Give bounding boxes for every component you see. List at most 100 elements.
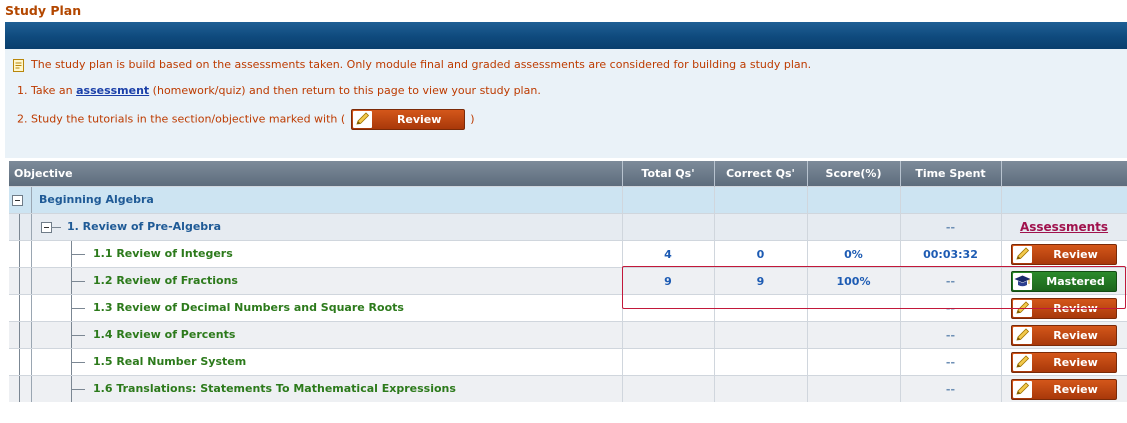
assessments-link[interactable]: Assessments — [1020, 220, 1108, 234]
pencil-icon — [1013, 326, 1032, 344]
step-2-suffix: ) — [470, 112, 475, 126]
action-cell: Review — [1001, 375, 1127, 402]
tree-line — [19, 214, 20, 240]
total-cell: 4 — [622, 240, 715, 268]
tree-line — [31, 295, 32, 321]
tree-line — [71, 308, 85, 309]
tree-line — [19, 322, 20, 348]
table-row: 1.6 Translations: Statements To Mathemat… — [9, 375, 1127, 402]
objective-label: 1.1 Review of Integers — [93, 247, 233, 260]
action-cell: Review — [1001, 321, 1127, 349]
tree-line — [31, 349, 32, 375]
time-cell: 00:03:32 — [900, 240, 1002, 268]
table-row: 1.1 Review of Integers 4 0 0% 00:03:32 R… — [9, 240, 1127, 268]
time-cell: -- — [900, 213, 1002, 241]
correct-cell — [714, 321, 808, 349]
tree-line — [31, 268, 32, 294]
score-cell — [807, 375, 901, 402]
time-cell: -- — [900, 321, 1002, 349]
objective-cell: Beginning Algebra — [9, 186, 623, 214]
mastered-button[interactable]: Mastered — [1011, 270, 1117, 292]
tree-line — [71, 335, 85, 336]
pencil-icon — [1013, 353, 1032, 371]
score-cell: 100% — [807, 267, 901, 295]
total-cell — [622, 186, 715, 214]
correct-cell — [714, 213, 808, 241]
objective-cell: 1.2 Review of Fractions — [9, 267, 623, 295]
score-cell — [807, 213, 901, 241]
total-cell — [622, 375, 715, 402]
step-2-prefix: 2. Study the tutorials in the section/ob… — [17, 112, 346, 126]
review-button[interactable]: Review — [1011, 297, 1117, 319]
objective-label: 1.4 Review of Percents — [93, 328, 236, 341]
total-cell — [622, 348, 715, 376]
action-cell: Assessments — [1001, 213, 1127, 241]
objective-cell: 1.6 Translations: Statements To Mathemat… — [9, 375, 623, 402]
correct-cell — [714, 348, 808, 376]
col-action — [1001, 161, 1127, 187]
graduation-cap-icon — [1013, 272, 1032, 290]
time-cell: -- — [900, 375, 1002, 402]
correct-cell: 0 — [714, 240, 808, 268]
time-cell: -- — [900, 348, 1002, 376]
review-button-label: Review — [1053, 328, 1098, 342]
review-legend-button: Review — [350, 109, 465, 130]
action-cell: Review — [1001, 348, 1127, 376]
col-correct-qs: Correct Qs' — [714, 161, 808, 187]
review-button[interactable]: Review — [1011, 243, 1117, 265]
objective-label: 1.6 Translations: Statements To Mathemat… — [93, 382, 456, 395]
title-bar — [5, 22, 1127, 49]
correct-cell — [714, 294, 808, 322]
total-cell — [622, 294, 715, 322]
action-cell: Mastered — [1001, 267, 1127, 295]
table-row: 1.2 Review of Fractions 9 9 100% -- Mast… — [9, 267, 1127, 295]
score-cell — [807, 321, 901, 349]
objective-cell: 1.3 Review of Decimal Numbers and Square… — [9, 294, 623, 322]
score-cell — [807, 348, 901, 376]
objective-cell: 1.4 Review of Percents — [9, 321, 623, 349]
tree-line — [19, 295, 20, 321]
table-header-row: Objective Total Qs' Correct Qs' Score(%)… — [9, 161, 1127, 187]
objective-label: 1. Review of Pre-Algebra — [67, 220, 222, 233]
action-cell — [1001, 186, 1127, 214]
correct-cell — [714, 375, 808, 402]
table-row: 1.5 Real Number System -- Review — [9, 348, 1127, 376]
objective-cell: 1.1 Review of Integers — [9, 240, 623, 268]
objective-label: 1.2 Review of Fractions — [93, 274, 238, 287]
total-cell — [622, 213, 715, 241]
review-button[interactable]: Review — [1011, 351, 1117, 373]
tree-line — [31, 187, 32, 213]
tree-line — [31, 376, 32, 402]
page-title: Study Plan — [5, 3, 82, 18]
table-row: 1. Review of Pre-Algebra -- Assessments — [9, 213, 1127, 241]
step-1-prefix: 1. Take an — [17, 84, 77, 97]
tree-line — [71, 389, 85, 390]
col-time-spent: Time Spent — [900, 161, 1002, 187]
review-button[interactable]: Review — [1011, 324, 1117, 346]
table-row: 1.4 Review of Percents -- Review — [9, 321, 1127, 349]
pencil-icon — [352, 111, 372, 128]
tree-line — [31, 214, 32, 240]
time-cell: -- — [900, 294, 1002, 322]
review-button-label: Review — [1053, 382, 1098, 396]
review-button-label: Review — [1053, 355, 1098, 369]
tree-line — [19, 268, 20, 294]
objective-label: Beginning Algebra — [39, 193, 154, 206]
review-button-label: Review — [1053, 301, 1098, 315]
time-cell: -- — [900, 267, 1002, 295]
assessment-link[interactable]: assessment — [76, 84, 149, 97]
note-icon — [13, 59, 24, 72]
tree-line — [19, 349, 20, 375]
info-step-1: 1. Take an assessment (homework/quiz) an… — [17, 84, 541, 97]
correct-cell: 9 — [714, 267, 808, 295]
total-cell: 9 — [622, 267, 715, 295]
study-plan-table: Objective Total Qs' Correct Qs' Score(%)… — [9, 161, 1127, 402]
collapse-icon[interactable] — [12, 195, 23, 206]
review-button[interactable]: Review — [1011, 378, 1117, 400]
review-legend-label: Review — [396, 113, 442, 126]
pencil-icon — [1013, 245, 1032, 263]
correct-cell — [714, 186, 808, 214]
pencil-icon — [1013, 299, 1032, 317]
col-score: Score(%) — [807, 161, 901, 187]
col-objective: Objective — [9, 161, 623, 187]
